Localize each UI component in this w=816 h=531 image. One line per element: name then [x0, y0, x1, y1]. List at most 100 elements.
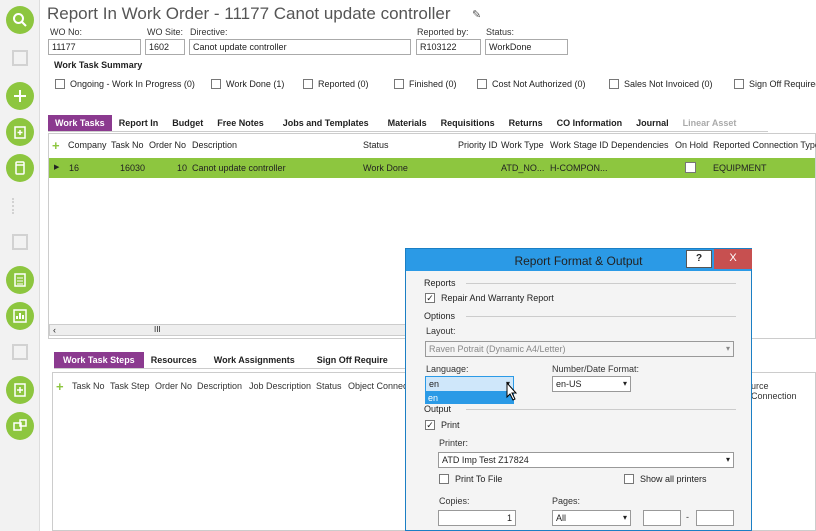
tab-work-task-steps[interactable]: Work Task Steps [54, 352, 144, 368]
duplicate-icon[interactable] [6, 118, 34, 146]
summary-sign-off-required[interactable]: Sign Off Required [734, 79, 816, 89]
col2-status[interactable]: Status [316, 381, 342, 391]
tab-jobs-templates[interactable]: Jobs and Templates [271, 115, 381, 131]
tab-resources[interactable]: Resources [144, 352, 204, 368]
language-option-en[interactable]: en [425, 392, 514, 404]
wo-site-field[interactable]: 1602 [145, 39, 185, 55]
document-icon [12, 50, 28, 66]
check-icon: ✓ [425, 293, 435, 303]
tab-journal[interactable]: Journal [629, 115, 676, 131]
pages-label: Pages: [552, 496, 581, 506]
page-title: Report In Work Order - 11177 Canot updat… [47, 4, 451, 23]
report-icon[interactable] [6, 302, 34, 330]
chevron-down-icon: ▾ [622, 379, 627, 388]
col-work-type[interactable]: Work Type [501, 140, 544, 150]
summary-finished[interactable]: Finished (0) [394, 79, 457, 89]
mouse-cursor-icon [506, 382, 518, 401]
save-icon[interactable] [6, 154, 34, 182]
summary-work-done[interactable]: Work Done (1) [211, 79, 284, 89]
print-to-file-checkbox[interactable]: Print To File [439, 474, 502, 484]
tab-returns[interactable]: Returns [502, 115, 550, 131]
printer-select[interactable]: ATD Imp Test Z17824 ▾ [438, 452, 734, 468]
language-select[interactable]: en▾ [425, 376, 514, 392]
summary-sales-not-invoiced[interactable]: Sales Not Invoiced (0) [609, 79, 713, 89]
col2-source-connection[interactable]: urce Connection [751, 381, 815, 401]
col-description[interactable]: Description [192, 140, 237, 150]
col2-order-no[interactable]: Order No [155, 381, 192, 391]
tab-requisitions[interactable]: Requisitions [434, 115, 502, 131]
horizontal-scrollbar[interactable]: ‹ III [49, 324, 409, 336]
language-label: Language: [426, 364, 469, 374]
grid-header: Company Task No Order No Description Sta… [49, 136, 816, 156]
tab-sign-off-required[interactable]: Sign Off Require [305, 352, 400, 368]
list-icon [12, 198, 28, 214]
col2-description[interactable]: Description [197, 381, 242, 391]
reported-by-field[interactable]: R103122 [416, 39, 481, 55]
col-dependencies[interactable]: Dependencies [611, 140, 669, 150]
col-status[interactable]: Status [363, 140, 389, 150]
add-page-icon[interactable] [6, 376, 34, 404]
wo-no-field[interactable]: 11177 [48, 39, 141, 55]
col-on-hold[interactable]: On Hold [675, 140, 708, 150]
repair-warranty-report-checkbox[interactable]: ✓ Repair And Warranty Report [425, 293, 554, 303]
status-label: Status: [486, 27, 515, 37]
notes-icon[interactable] [6, 266, 34, 294]
summary-ongoing[interactable]: Ongoing - Work In Progress (0) [55, 79, 195, 89]
tab-work-assignments[interactable]: Work Assignments [204, 352, 305, 368]
col-company[interactable]: Company [68, 140, 107, 150]
summary-cost-not-authorized[interactable]: Cost Not Authorized (0) [477, 79, 586, 89]
output-section-label: Output [424, 404, 452, 414]
tab-report-in[interactable]: Report In [112, 115, 166, 131]
tab-work-tasks[interactable]: Work Tasks [48, 115, 112, 131]
col2-task-step[interactable]: Task Step [110, 381, 150, 391]
close-button[interactable]: X [714, 249, 752, 269]
pages-from-input[interactable] [643, 510, 681, 526]
layout-label: Layout: [426, 326, 456, 336]
col-reported-connection-type[interactable]: Reported Connection Type [713, 140, 816, 150]
directive-field[interactable]: Canot update controller [189, 39, 411, 55]
copies-label: Copies: [439, 496, 470, 506]
chevron-down-icon: ▾ [622, 513, 627, 522]
reports-section-label: Reports [424, 278, 456, 288]
printer-label: Printer: [439, 438, 469, 448]
work-task-summary-title: Work Task Summary [54, 60, 143, 70]
number-format-label: Number/Date Format: [552, 364, 640, 374]
table-row[interactable]: ▶ 16 16030 10 Canot update controller Wo… [49, 158, 815, 178]
on-hold-checkbox[interactable] [685, 162, 696, 173]
clipboard-icon [12, 344, 28, 360]
summary-reported[interactable]: Reported (0) [303, 79, 369, 89]
add-step-icon[interactable]: + [56, 379, 64, 394]
pages-select[interactable]: All ▾ [552, 510, 631, 526]
search-icon[interactable] [6, 6, 34, 34]
col-order-no[interactable]: Order No [149, 140, 186, 150]
connect-icon[interactable] [6, 412, 34, 440]
scroll-grip[interactable]: III [154, 325, 161, 334]
pages-to-input[interactable] [696, 510, 734, 526]
dialog-title: Report Format & Output [514, 254, 643, 268]
tab-budget[interactable]: Budget [165, 115, 210, 131]
col2-object-connection[interactable]: Object Connec [348, 381, 408, 391]
col2-task-no[interactable]: Task No [72, 381, 105, 391]
print-checkbox[interactable]: ✓ Print [425, 420, 460, 430]
tab-materials[interactable]: Materials [381, 115, 434, 131]
col-work-stage[interactable]: Work Stage ID [550, 140, 608, 150]
col2-job-description[interactable]: Job Description [249, 381, 311, 391]
pages-dash: - [686, 512, 689, 522]
row-selector-icon[interactable]: ▶ [54, 163, 59, 171]
scroll-left-icon[interactable]: ‹ [53, 325, 56, 335]
chevron-down-icon: ▾ [725, 455, 730, 464]
wo-site-label: WO Site: [147, 27, 184, 37]
tab-free-notes[interactable]: Free Notes [210, 115, 271, 131]
options-section-label: Options [424, 311, 456, 321]
col-priority-id[interactable]: Priority ID [458, 140, 498, 150]
status-field[interactable]: WorkDone [485, 39, 568, 55]
help-button[interactable]: ? [686, 250, 712, 268]
copies-input[interactable]: 1 [438, 510, 516, 526]
add-icon[interactable] [6, 82, 34, 110]
tab-co-information[interactable]: CO Information [550, 115, 630, 131]
layout-select: Raven Potrait (Dynamic A4/Letter) ▾ [425, 341, 734, 357]
pin-icon[interactable]: ✎ [472, 8, 481, 21]
col-task-no[interactable]: Task No [111, 140, 144, 150]
number-format-select[interactable]: en-US ▾ [552, 376, 631, 392]
show-all-printers-checkbox[interactable]: Show all printers [624, 474, 707, 484]
